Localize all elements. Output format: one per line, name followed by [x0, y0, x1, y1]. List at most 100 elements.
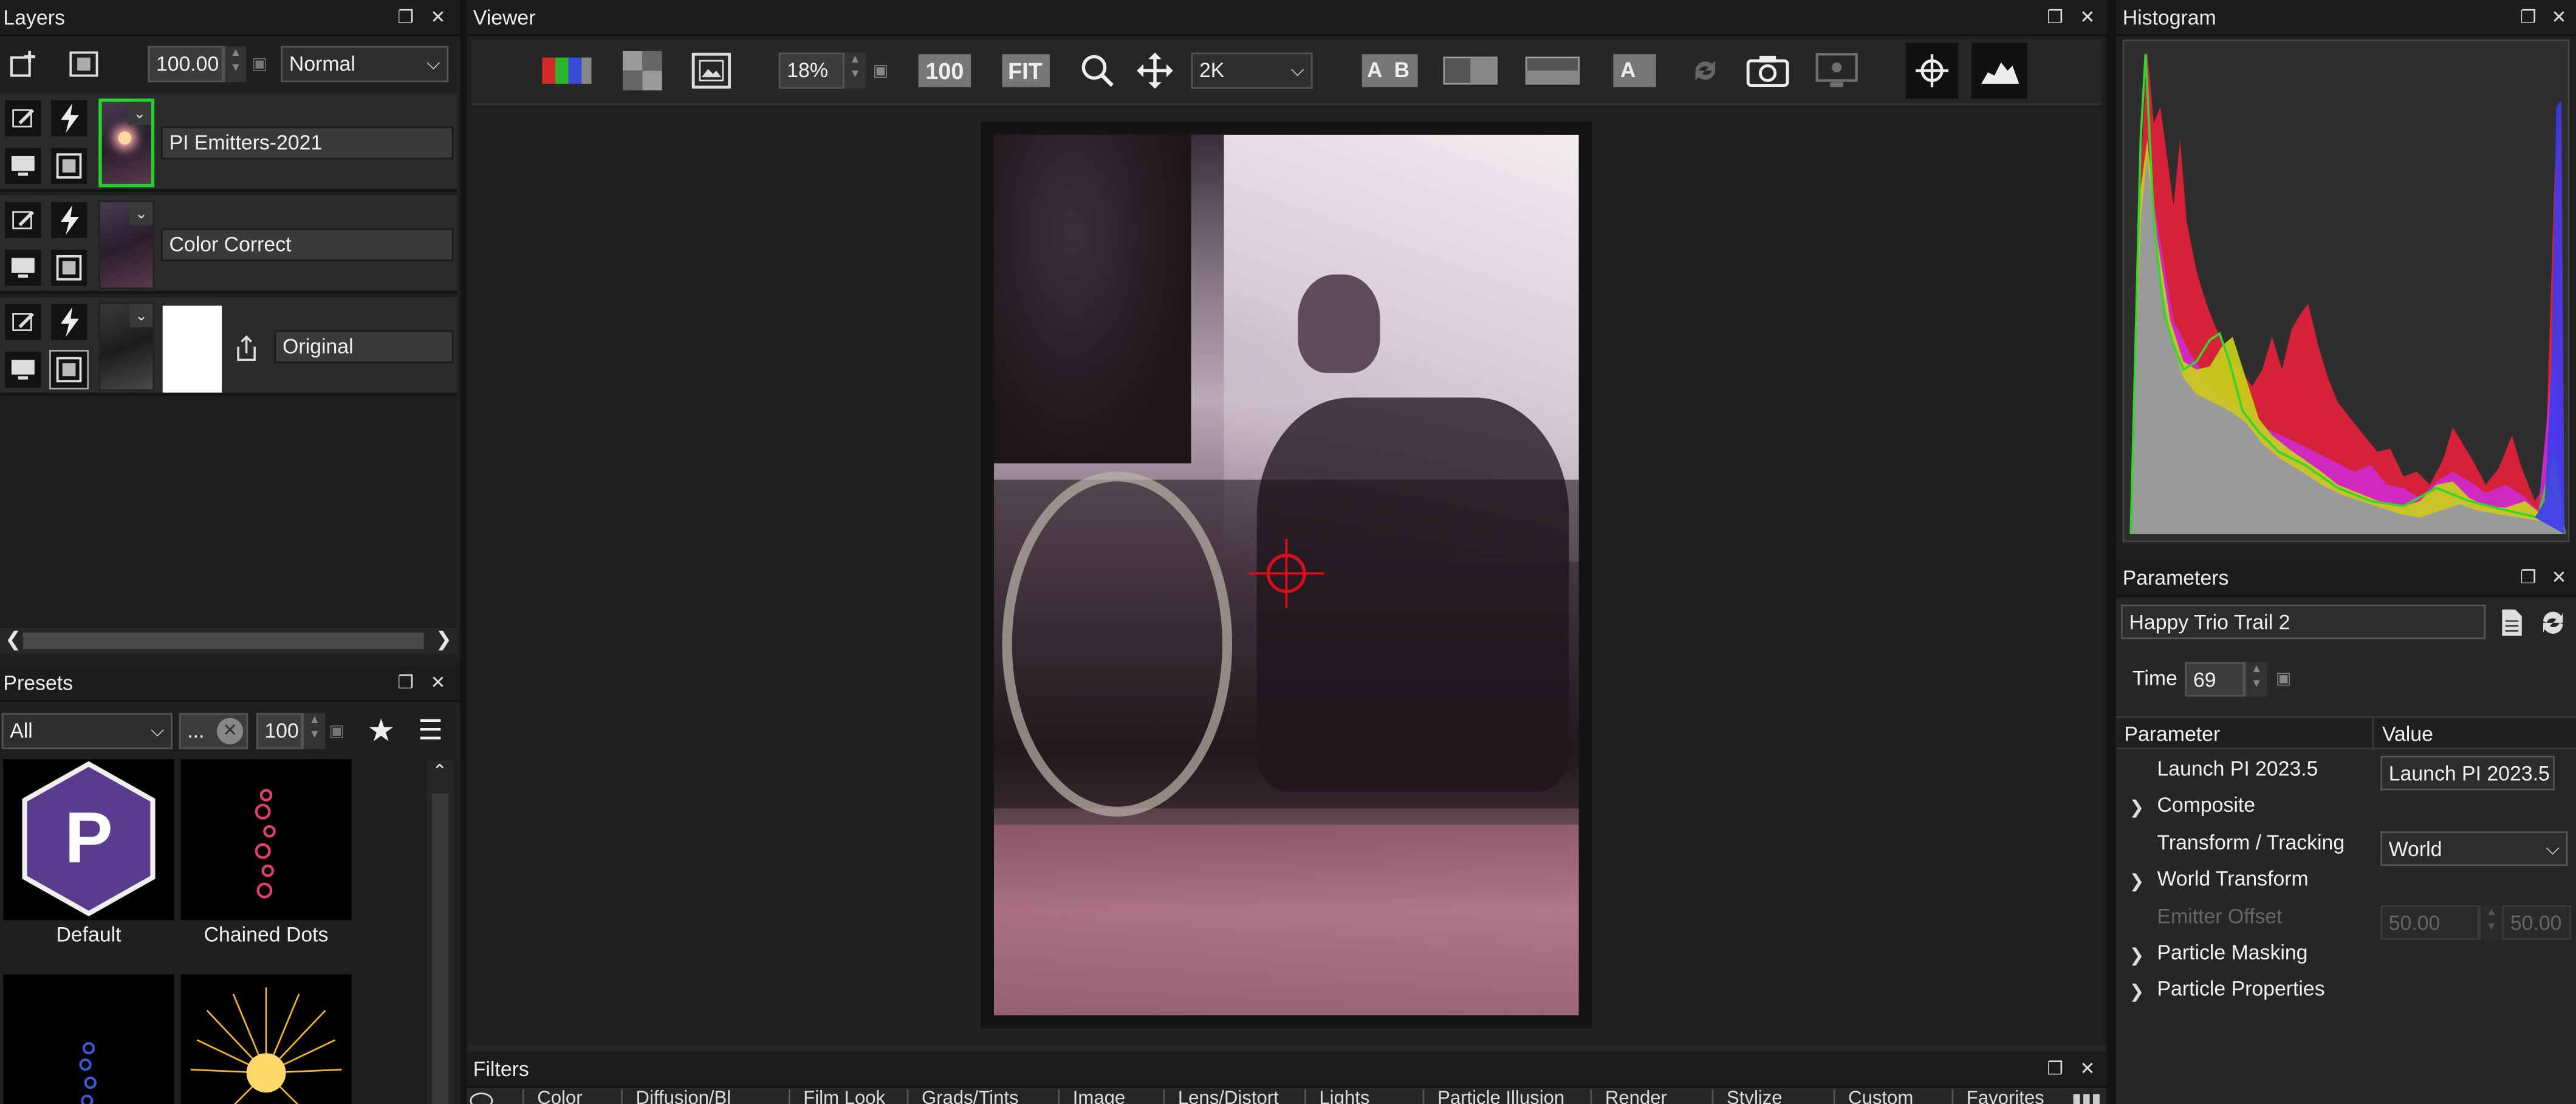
- monitor-icon[interactable]: [3, 248, 43, 288]
- filter-tab[interactable]: Particle Illusion: [1422, 1089, 1587, 1104]
- magnifier-icon[interactable]: [1078, 46, 1117, 95]
- grid-view-icon[interactable]: [2073, 1094, 2100, 1104]
- preset-thumbnail[interactable]: [180, 974, 352, 1104]
- scrollbar-thumb[interactable]: [22, 633, 424, 650]
- preset-search-input[interactable]: ... ✕: [179, 713, 248, 750]
- monitor-icon[interactable]: [3, 146, 43, 186]
- star-icon[interactable]: ★: [363, 713, 399, 749]
- edit-layer-icon[interactable]: [3, 302, 43, 342]
- lightning-icon[interactable]: [49, 302, 89, 342]
- filter-tab[interactable]: Stylize: [1711, 1089, 1831, 1104]
- emitter-offset-x-spinner[interactable]: ▲ ▼: [2479, 905, 2502, 940]
- emitter-offset-x[interactable]: 50.00: [2380, 905, 2479, 940]
- export-icon[interactable]: [231, 334, 261, 363]
- sync-icon[interactable]: [1685, 46, 1725, 95]
- param-particle-properties-label[interactable]: Particle Properties: [2157, 978, 2324, 1001]
- layer-matte-thumbnail[interactable]: [162, 305, 222, 393]
- param-composite-label[interactable]: Composite: [2157, 794, 2255, 817]
- chevron-up-icon[interactable]: ⌃: [432, 761, 447, 782]
- add-layer-icon[interactable]: [7, 46, 39, 82]
- rgb-channels-icon[interactable]: [539, 46, 595, 95]
- reset-icon[interactable]: ▣: [868, 53, 894, 89]
- refresh-icon[interactable]: [2537, 605, 2569, 639]
- time-field[interactable]: 69: [2185, 662, 2244, 697]
- filter-tab[interactable]: Image: [1058, 1089, 1160, 1104]
- filter-tab[interactable]: Film Look: [788, 1089, 903, 1104]
- filter-tab[interactable]: Render: [1590, 1089, 1709, 1104]
- crosshair-tool-button[interactable]: [1905, 43, 1959, 99]
- camera-snapshot-icon[interactable]: [1745, 46, 1791, 95]
- preset-thumbnail[interactable]: P: [3, 759, 174, 921]
- preset-size-spinner[interactable]: ▲ ▼: [302, 713, 326, 750]
- float-panel-icon[interactable]: ❐: [2047, 1052, 2063, 1088]
- reset-icon[interactable]: ▣: [325, 713, 348, 749]
- layer-name[interactable]: Original: [274, 330, 454, 363]
- chevron-right-icon[interactable]: ❯: [2129, 871, 2145, 892]
- param-world-transform-label[interactable]: World Transform: [2157, 868, 2308, 891]
- split-horizontal-icon[interactable]: [1523, 46, 1582, 95]
- close-icon[interactable]: ✕: [430, 665, 445, 701]
- close-icon[interactable]: ✕: [2551, 560, 2566, 596]
- launch-pi-button[interactable]: Launch PI 2023.5: [2380, 755, 2555, 790]
- horizontal-scrollbar[interactable]: ❮ ❯: [0, 627, 457, 654]
- preset-thumbnail[interactable]: [180, 759, 352, 921]
- layer-row[interactable]: ⌄ Color Correct: [0, 195, 457, 295]
- close-icon[interactable]: ✕: [430, 0, 445, 36]
- compare-snapshot-icon[interactable]: [1814, 46, 1860, 95]
- opacity-field[interactable]: 100.00: [148, 46, 224, 83]
- opacity-spinner[interactable]: ▲ ▼: [223, 46, 247, 83]
- layer-props-icon[interactable]: [66, 46, 101, 82]
- chevron-right-icon[interactable]: ❯: [436, 628, 452, 651]
- presets-scrollbar[interactable]: ⌃: [427, 760, 454, 1104]
- filter-tab[interactable]: Lens/Distort: [1163, 1089, 1301, 1104]
- layer-name[interactable]: Color Correct: [161, 228, 454, 261]
- lightning-icon[interactable]: [49, 98, 89, 139]
- zoom-field[interactable]: 18%: [778, 52, 844, 89]
- chevron-down-icon[interactable]: ⌄: [128, 101, 151, 125]
- zoom-100-button[interactable]: 100: [915, 46, 974, 95]
- time-spinner[interactable]: ▲ ▼: [2244, 662, 2267, 697]
- overlay-a-button[interactable]: A: [1605, 46, 1664, 95]
- reset-icon[interactable]: ▣: [247, 46, 273, 82]
- lightning-icon[interactable]: [49, 200, 89, 240]
- histogram-toggle-button[interactable]: [1971, 43, 2027, 99]
- float-panel-icon[interactable]: ❐: [397, 665, 414, 701]
- chevron-down-icon[interactable]: ⌄: [129, 202, 153, 225]
- filter-tab[interactable]: Favorites: [1951, 1089, 2066, 1104]
- layer-row[interactable]: ⌄ Original: [0, 297, 457, 396]
- fullframe-icon[interactable]: [49, 146, 89, 186]
- crosshair-center-icon[interactable]: [1244, 536, 1329, 615]
- param-particle-masking-label[interactable]: Particle Masking: [2157, 941, 2307, 964]
- layer-row[interactable]: ⌄ PI Emitters-2021: [0, 94, 457, 193]
- split-vertical-icon[interactable]: [1440, 46, 1499, 95]
- edit-layer-icon[interactable]: [3, 98, 43, 139]
- document-icon[interactable]: [2496, 605, 2529, 639]
- close-icon[interactable]: ✕: [2080, 1052, 2095, 1088]
- layer-name[interactable]: PI Emitters-2021: [161, 126, 454, 160]
- reset-icon[interactable]: ▣: [2270, 662, 2297, 697]
- chevron-down-icon[interactable]: ⌄: [129, 304, 153, 327]
- layer-thumbnail[interactable]: ⌄: [98, 98, 155, 188]
- ab-compare-button[interactable]: A B: [1360, 46, 1419, 95]
- chevron-right-icon[interactable]: ❯: [2129, 981, 2145, 1002]
- filter-tab[interactable]: Diffusion/Bl: [621, 1089, 785, 1104]
- float-panel-icon[interactable]: ❐: [397, 0, 414, 36]
- float-panel-icon[interactable]: ❐: [2047, 0, 2063, 36]
- pan-move-icon[interactable]: [1136, 46, 1175, 95]
- checkerboard-icon[interactable]: [621, 46, 663, 95]
- fit-button[interactable]: FIT: [996, 46, 1055, 95]
- preset-category-select[interactable]: All ⌵: [1, 713, 173, 750]
- viewer-canvas[interactable]: [471, 108, 2102, 1042]
- layer-thumbnail[interactable]: ⌄: [98, 302, 155, 391]
- emitter-offset-y[interactable]: 50.00: [2502, 905, 2571, 940]
- filter-tab[interactable]: Grads/Tints: [906, 1089, 1055, 1104]
- monitor-icon[interactable]: [3, 349, 43, 389]
- filter-tab[interactable]: Lights: [1304, 1089, 1419, 1104]
- fullframe-icon[interactable]: [49, 349, 89, 389]
- preset-thumbnail[interactable]: [3, 974, 174, 1104]
- float-panel-icon[interactable]: ❐: [2520, 560, 2537, 596]
- close-icon[interactable]: ✕: [2080, 0, 2095, 36]
- close-icon[interactable]: ✕: [2551, 0, 2566, 36]
- scrollbar-thumb[interactable]: [432, 794, 449, 1104]
- preset-name-field[interactable]: Happy Trio Trail 2: [2120, 605, 2486, 639]
